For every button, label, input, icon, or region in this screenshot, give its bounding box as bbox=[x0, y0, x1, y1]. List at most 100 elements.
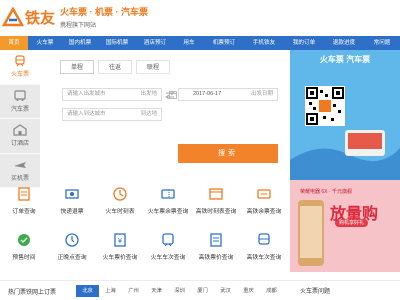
hs-train-no-icon bbox=[258, 233, 270, 245]
train-no-icon bbox=[162, 233, 174, 247]
date-input[interactable]: 2017-06-17 出发日期 bbox=[169, 88, 278, 101]
city-tab-shenzhen[interactable]: 深圳 bbox=[168, 285, 191, 297]
ticket-remain-icon bbox=[161, 189, 175, 199]
booking-type-tabs: 火车票 汽车票 订酒店 买机票 bbox=[0, 50, 40, 188]
side-tab-label: 汽车票 bbox=[10, 106, 29, 113]
price-icon: ¥ bbox=[114, 233, 126, 247]
service-timetable[interactable]: 火车时刻表 bbox=[96, 180, 144, 226]
service-hs-price[interactable]: 高铁票价查询 bbox=[192, 226, 240, 272]
city-tabs: 北京 上海 广州 天津 深圳 厦门 武汉 重庆 成都 bbox=[76, 285, 283, 297]
city-tab-xiamen[interactable]: 厦门 bbox=[191, 285, 214, 297]
tagline-sub: 携程旗下网站 bbox=[60, 23, 97, 29]
service-label: 火车票价查询 bbox=[102, 255, 138, 261]
service-label: 火车票余票查询 bbox=[147, 209, 189, 215]
side-tab-label: 订酒店 bbox=[10, 141, 29, 148]
tagline-main: 火车票 · 机票 · 汽车票 bbox=[60, 7, 148, 17]
service-label: 正晚点查询 bbox=[57, 255, 87, 261]
service-label: 订单查询 bbox=[12, 209, 36, 215]
divider bbox=[0, 280, 400, 281]
service-hs-timetable[interactable]: 高铁时刻表查询 bbox=[192, 180, 240, 226]
timetable-icon bbox=[113, 187, 127, 201]
from-city-hint: 出发地 bbox=[140, 91, 157, 97]
service-presale[interactable]: 预售时间 bbox=[0, 226, 48, 272]
phone-promo-top: 荣耀电器 6X · 千元旗舰 bbox=[300, 189, 352, 195]
to-city-placeholder: 请输入到达城市 bbox=[67, 111, 106, 117]
order-icon bbox=[18, 187, 30, 201]
from-city-placeholder: 请输入出发城市 bbox=[67, 91, 106, 97]
phone-promo-banner[interactable]: 荣耀电器 6X · 千元旗舰 放量购 购机享好礼 bbox=[290, 180, 400, 272]
date-hint: 出发日期 bbox=[250, 91, 273, 97]
date-value: 2017-06-17 bbox=[193, 91, 222, 97]
service-label: 快递退票 bbox=[60, 209, 84, 215]
to-city-hint: 到达地 bbox=[140, 111, 157, 117]
app-promo-title: 火车票 汽车票 bbox=[319, 55, 371, 64]
nav-item-hotel[interactable]: 酒店预订 bbox=[136, 36, 174, 50]
service-order-query[interactable]: 订单查询 bbox=[0, 180, 48, 226]
site-logo[interactable]: 铁友 bbox=[2, 6, 55, 28]
service-hs-train-no[interactable]: 高铁车次查询 bbox=[240, 226, 288, 272]
city-tab-tianjin[interactable]: 天津 bbox=[145, 285, 168, 297]
from-city-input[interactable]: 请输入出发城市 出发地 bbox=[62, 88, 162, 101]
service-label: 火车车次查询 bbox=[150, 255, 186, 261]
service-hs-remain[interactable]: 高铁余票查询 bbox=[240, 180, 288, 226]
main-nav: 首页 火车票 国内机票 国际机票 酒店预订 用车 机票预订 手机铁友 我的订单 … bbox=[0, 36, 400, 50]
city-tab-beijing[interactable]: 北京 bbox=[76, 285, 99, 297]
presale-icon bbox=[18, 234, 30, 246]
tab-one-way[interactable]: 单程 bbox=[60, 60, 94, 74]
svg-text:¥: ¥ bbox=[118, 237, 123, 245]
nav-item-car[interactable]: 用车 bbox=[174, 36, 204, 50]
service-express-refund[interactable]: 快递退票 bbox=[48, 180, 96, 226]
logo-text: 铁友 bbox=[25, 9, 56, 27]
city-tab-wuhan[interactable]: 武汉 bbox=[214, 285, 237, 297]
nav-item-flight-booking[interactable]: 机票预订 bbox=[204, 36, 244, 50]
delay-icon bbox=[65, 233, 79, 247]
phone-promo-badge: 购机享好礼 bbox=[335, 219, 369, 227]
calendar-icon bbox=[169, 91, 177, 99]
side-tab-bus[interactable]: 汽车票 bbox=[0, 85, 40, 119]
to-city-input[interactable]: 请输入到达城市 到达地 bbox=[62, 108, 162, 121]
nav-item-home[interactable]: 首页 bbox=[0, 36, 28, 50]
nav-item-domestic-flight[interactable]: 国内机票 bbox=[62, 36, 98, 50]
service-label: 高铁余票查询 bbox=[246, 209, 282, 215]
decor-wave-icon bbox=[290, 130, 400, 180]
hs-price-icon bbox=[210, 233, 222, 247]
header: 铁友 火车票 · 机票 · 汽车票 携程旗下网站 bbox=[0, 0, 400, 36]
phone-image-icon bbox=[298, 200, 324, 266]
side-tab-hotel[interactable]: 订酒店 bbox=[0, 119, 40, 154]
city-tab-chongqing[interactable]: 重庆 bbox=[237, 285, 260, 297]
qr-code bbox=[305, 86, 345, 126]
faq-title: 火车票问题 bbox=[300, 289, 331, 295]
tagline: 火车票 · 机票 · 汽车票 携程旗下网站 bbox=[60, 5, 148, 29]
train-icon bbox=[15, 55, 25, 67]
bus-icon bbox=[14, 90, 26, 101]
city-tab-chengdu[interactable]: 成都 bbox=[260, 285, 283, 297]
nav-item-my-orders[interactable]: 我的订单 bbox=[284, 36, 324, 50]
hs-remain-icon bbox=[257, 189, 271, 199]
plane-icon bbox=[14, 161, 26, 168]
side-tab-train[interactable]: 火车票 bbox=[0, 50, 40, 85]
service-label: 高铁车次查询 bbox=[246, 255, 282, 261]
search-button[interactable]: 搜索 bbox=[178, 144, 278, 163]
nav-item-intl-flight[interactable]: 国际机票 bbox=[98, 36, 136, 50]
hs-timetable-icon bbox=[209, 188, 223, 200]
service-train-no[interactable]: 火车车次查询 bbox=[144, 226, 192, 272]
service-grid: 订单查询 快递退票 火车时刻表 火车票余票查询 高铁时刻表查询 高铁余票查询 预… bbox=[0, 180, 290, 272]
service-ticket-remain[interactable]: 火车票余票查询 bbox=[144, 180, 192, 226]
city-tab-shanghai[interactable]: 上海 bbox=[99, 285, 122, 297]
nav-item-mobile[interactable]: 手机铁友 bbox=[244, 36, 284, 50]
hotel-icon bbox=[13, 124, 27, 136]
tab-connecting[interactable]: 联程 bbox=[136, 60, 170, 74]
nav-item-faq[interactable]: 常问题 bbox=[364, 36, 400, 50]
nav-item-train[interactable]: 火车票 bbox=[28, 36, 62, 50]
hot-routes-title: 热门票铁网上订票 bbox=[8, 290, 57, 296]
service-label: 高铁时刻表查询 bbox=[195, 209, 237, 215]
tab-round-trip[interactable]: 往返 bbox=[98, 60, 132, 74]
logo-icon bbox=[2, 7, 24, 27]
app-promo-banner[interactable]: 火车票 汽车票 bbox=[290, 50, 400, 180]
service-price[interactable]: ¥ 火车票价查询 bbox=[96, 226, 144, 272]
service-label: 高铁票价查询 bbox=[198, 255, 234, 261]
city-tab-guangzhou[interactable]: 广州 bbox=[122, 285, 145, 297]
service-delay[interactable]: 正晚点查询 bbox=[48, 226, 96, 272]
refund-icon bbox=[65, 189, 79, 199]
nav-item-refund-progress[interactable]: 退款进度 bbox=[324, 36, 364, 50]
